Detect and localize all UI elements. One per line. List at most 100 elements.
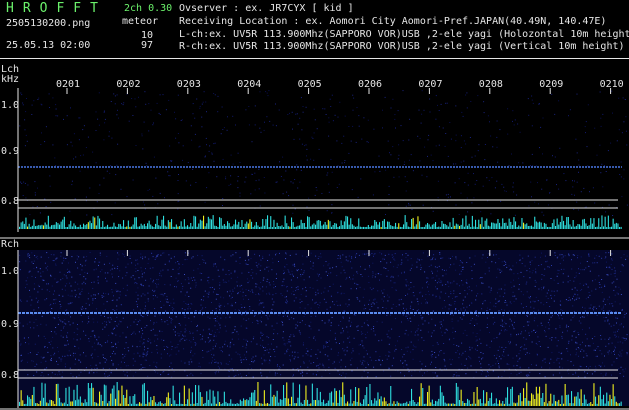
noise-dot [317, 292, 319, 294]
noise-dot [285, 170, 287, 172]
noise-dot [360, 274, 362, 275]
noise-dot [293, 300, 295, 302]
noise-dot [581, 316, 583, 318]
noise-dot [43, 335, 45, 337]
noise-dot [361, 333, 363, 335]
noise-dot [450, 293, 452, 295]
noise-dot [76, 258, 78, 260]
noise-dot [456, 376, 458, 378]
noise-dot [190, 277, 192, 279]
noise-dot [73, 158, 74, 160]
activity-bar [175, 403, 177, 406]
noise-dot [275, 253, 277, 255]
noise-dot [466, 92, 468, 94]
noise-dot [241, 284, 243, 286]
noise-dot [361, 138, 363, 140]
activity-bar [300, 219, 302, 229]
noise-dot [170, 318, 172, 320]
noise-dot [215, 343, 217, 345]
noise-dot [345, 373, 347, 375]
noise-dot [534, 301, 536, 303]
noise-dot [346, 277, 348, 279]
noise-dot [199, 272, 201, 274]
noise-dot [214, 94, 216, 96]
noise-dot [118, 297, 120, 299]
noise-dot [41, 372, 43, 373]
noise-dot [250, 193, 252, 195]
activity-bar [497, 403, 499, 406]
noise-dot [349, 341, 351, 343]
noise-dot [571, 268, 573, 270]
noise-dot [136, 324, 138, 326]
noise-dot [302, 263, 304, 265]
noise-dot [249, 308, 251, 310]
noise-dot [438, 265, 440, 267]
noise-dot [198, 365, 200, 367]
noise-dot [530, 264, 531, 266]
noise-dot [476, 295, 477, 297]
noise-dot [534, 201, 536, 203]
noise-dot [37, 99, 39, 100]
noise-dot [67, 294, 69, 296]
noise-dot [469, 346, 471, 348]
noise-dot [458, 345, 460, 347]
activity-bar [156, 403, 158, 406]
noise-dot [62, 321, 64, 323]
noise-dot [58, 371, 60, 373]
noise-dot [295, 297, 297, 299]
noise-dot [595, 288, 597, 290]
activity-bar [598, 395, 600, 406]
noise-dot [36, 354, 38, 355]
noise-dot [544, 361, 546, 363]
noise-dot [482, 353, 484, 355]
activity-bar [268, 403, 270, 406]
noise-dot [164, 263, 166, 265]
noise-dot [106, 359, 108, 361]
noise-dot [120, 304, 122, 306]
noise-dot [75, 156, 77, 158]
noise-dot [482, 301, 484, 303]
noise-dot [348, 126, 350, 127]
noise-dot [617, 293, 619, 295]
noise-dot [325, 301, 327, 303]
noise-dot [23, 181, 25, 183]
noise-dot [578, 272, 580, 274]
noise-dot [99, 271, 101, 273]
noise-dot [37, 284, 39, 286]
noise-dot [194, 133, 196, 135]
activity-bar [43, 225, 45, 229]
noise-dot [293, 138, 295, 140]
noise-dot [282, 364, 284, 366]
noise-dot [435, 356, 437, 358]
noise-dot [404, 272, 405, 274]
noise-dot [232, 163, 234, 165]
noise-dot [36, 255, 38, 257]
noise-dot [444, 306, 446, 308]
activity-bar [279, 399, 281, 406]
noise-dot [374, 334, 376, 336]
noise-dot [535, 281, 537, 283]
activity-bar [294, 403, 296, 406]
noise-dot [449, 266, 451, 268]
activity-bar [310, 403, 312, 406]
noise-dot [390, 280, 392, 282]
noise-dot [562, 367, 564, 369]
noise-dot [282, 315, 284, 317]
noise-dot [97, 356, 99, 357]
noise-dot [249, 364, 251, 365]
noise-dot [500, 358, 502, 360]
noise-dot [562, 281, 564, 283]
noise-dot [144, 208, 146, 210]
noise-dot [486, 317, 488, 319]
noise-dot [293, 294, 295, 296]
noise-dot [351, 257, 353, 259]
noise-dot [607, 351, 609, 353]
noise-dot [452, 255, 453, 257]
noise-dot [320, 292, 322, 294]
activity-bar [89, 388, 91, 406]
noise-dot [551, 352, 553, 354]
noise-dot [523, 326, 525, 327]
activity-bar [233, 224, 235, 229]
noise-dot [69, 367, 71, 369]
noise-dot [606, 274, 608, 276]
